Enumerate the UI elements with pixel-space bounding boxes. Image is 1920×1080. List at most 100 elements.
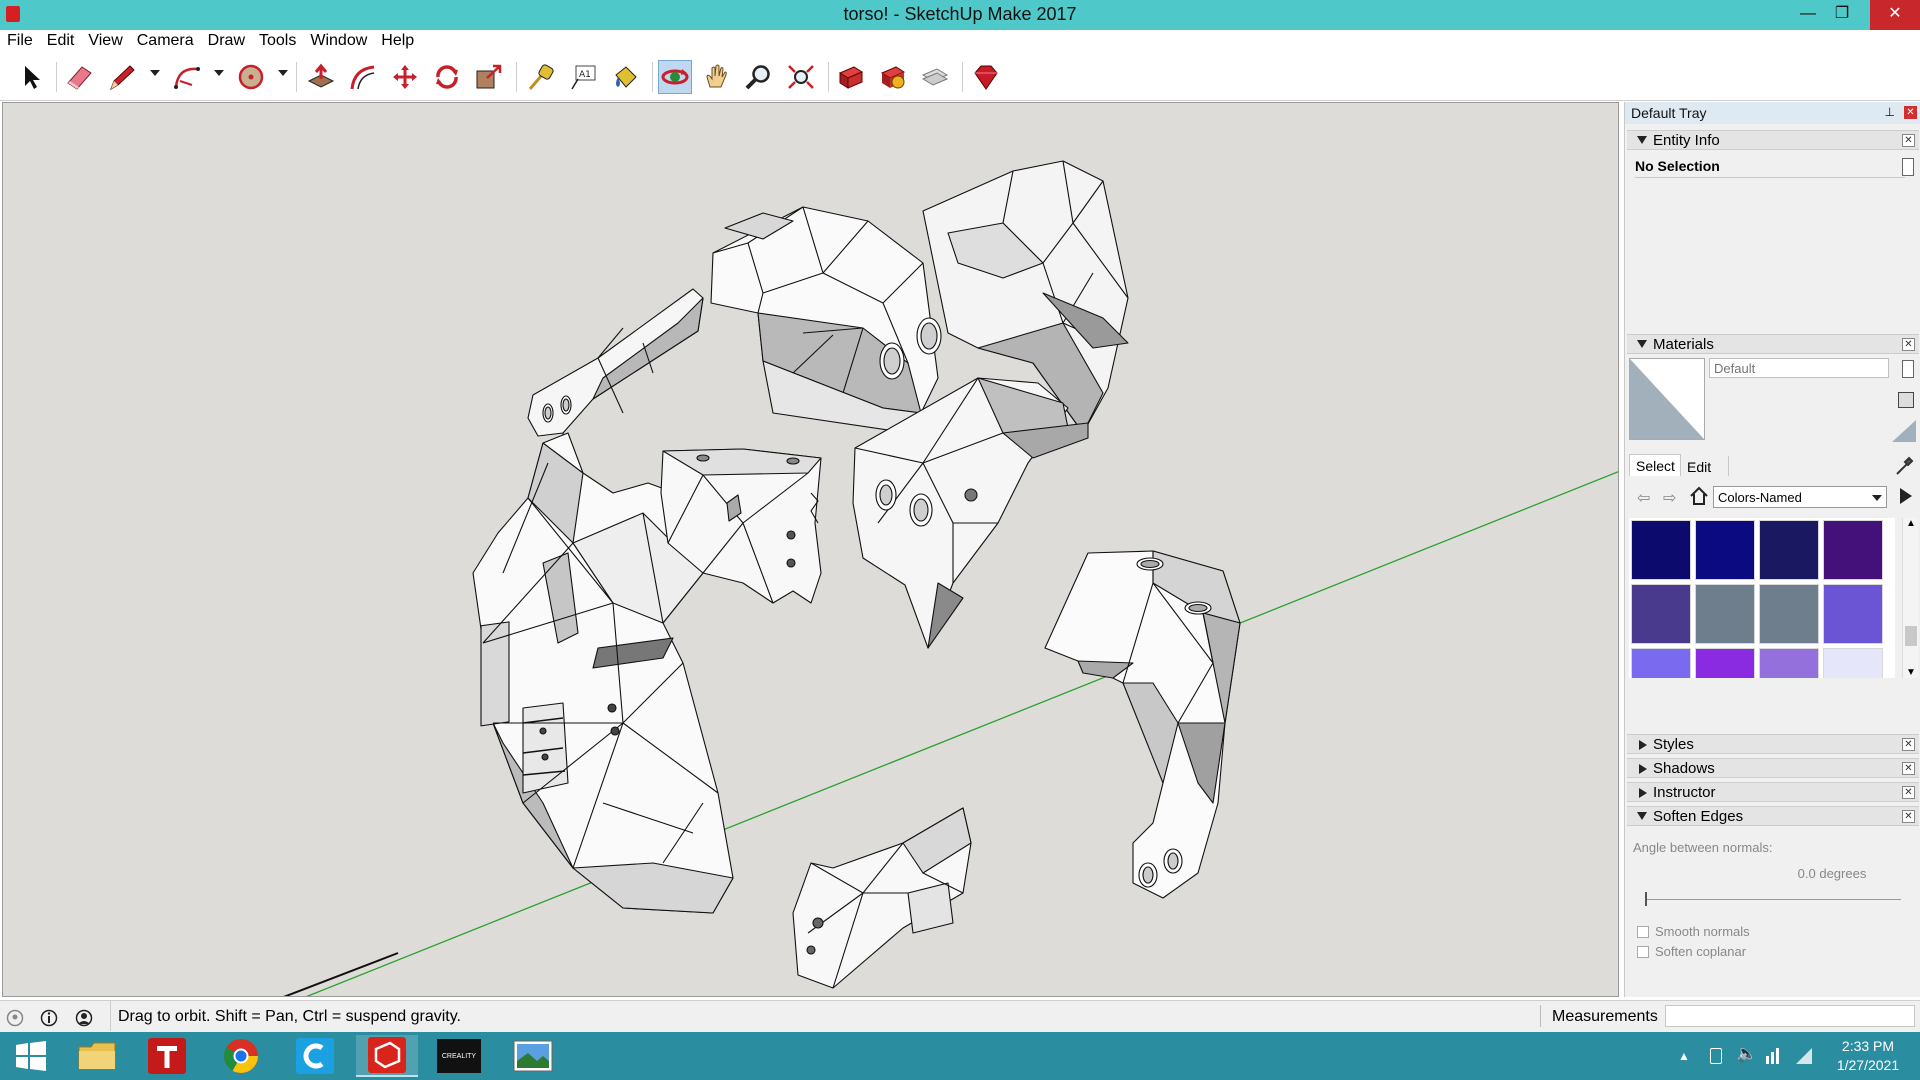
scroll-down-icon[interactable]: ▼ xyxy=(1906,667,1916,678)
eraser-tool[interactable] xyxy=(62,60,96,94)
material-swatch[interactable] xyxy=(1759,584,1819,644)
text-tool[interactable]: A1 xyxy=(566,60,600,94)
library-details-icon[interactable] xyxy=(1896,486,1916,506)
material-swatch[interactable] xyxy=(1823,520,1883,580)
material-swatch[interactable] xyxy=(1631,520,1691,580)
entity-info-close-icon[interactable]: ✕ xyxy=(1902,134,1915,147)
menu-view[interactable]: View xyxy=(81,30,129,50)
shapes-tool[interactable] xyxy=(234,60,268,94)
tray-close-icon[interactable]: ✕ xyxy=(1904,106,1917,119)
taskbar-c-app[interactable] xyxy=(284,1035,346,1077)
materials-close-icon[interactable]: ✕ xyxy=(1902,338,1915,351)
material-name-field[interactable] xyxy=(1709,358,1889,378)
3d-warehouse-tool[interactable] xyxy=(834,60,868,94)
paint-bucket-tool[interactable] xyxy=(608,60,642,94)
menu-file[interactable]: File xyxy=(0,30,40,50)
network-icon[interactable] xyxy=(1764,1046,1784,1064)
clock-date[interactable]: 1/27/2021 xyxy=(1820,1057,1916,1073)
taskbar-sketchup[interactable] xyxy=(356,1035,418,1077)
soften-edges-close-icon[interactable]: ✕ xyxy=(1902,810,1915,823)
material-swatch[interactable] xyxy=(1823,584,1883,644)
zoom-tool[interactable] xyxy=(742,60,776,94)
tab-select[interactable]: Select xyxy=(1629,454,1681,476)
menu-help[interactable]: Help xyxy=(374,30,421,50)
scroll-up-icon[interactable]: ▲ xyxy=(1906,518,1916,529)
extension-warehouse-tool[interactable] xyxy=(876,60,910,94)
smooth-normals-checkbox[interactable] xyxy=(1637,926,1649,938)
instructor-header[interactable]: Instructor ✕ xyxy=(1627,782,1919,802)
offset-tool[interactable] xyxy=(346,60,380,94)
back-arrow-icon[interactable]: ⇦ xyxy=(1637,488,1650,508)
styles-close-icon[interactable]: ✕ xyxy=(1902,738,1915,751)
material-swatch[interactable] xyxy=(1631,648,1691,678)
tape-measure-tool[interactable] xyxy=(524,60,558,94)
arc-tool[interactable] xyxy=(170,60,204,94)
entity-details-toggle-icon[interactable] xyxy=(1902,158,1914,176)
menu-camera[interactable]: Camera xyxy=(130,30,201,50)
angle-slider-track[interactable] xyxy=(1647,899,1901,900)
volume-icon[interactable]: 🔈 xyxy=(1736,1044,1757,1064)
measurements-input[interactable] xyxy=(1665,1005,1915,1027)
menu-edit[interactable]: Edit xyxy=(40,30,82,50)
material-swatch[interactable] xyxy=(1695,520,1755,580)
maximize-button[interactable]: ❐ xyxy=(1822,0,1862,30)
instructor-close-icon[interactable]: ✕ xyxy=(1902,786,1915,799)
material-swatch[interactable] xyxy=(1631,584,1691,644)
device-icon[interactable] xyxy=(1710,1048,1722,1064)
scale-tool[interactable] xyxy=(472,60,506,94)
shapes-dropdown-arrow[interactable] xyxy=(278,70,288,76)
menu-window[interactable]: Window xyxy=(303,30,374,50)
taskbar-photos[interactable] xyxy=(502,1035,564,1077)
eyedropper-icon[interactable] xyxy=(1894,456,1914,476)
home-icon[interactable] xyxy=(1689,486,1709,506)
close-button[interactable]: ✕ xyxy=(1870,0,1920,30)
credits-info-icon[interactable] xyxy=(40,1009,58,1027)
select-tool[interactable] xyxy=(14,60,48,94)
show-hidden-icons-icon[interactable]: ▲ xyxy=(1678,1049,1690,1063)
tab-edit[interactable]: Edit xyxy=(1681,456,1729,476)
line-tool[interactable] xyxy=(106,60,140,94)
angle-slider-thumb[interactable] xyxy=(1645,892,1647,906)
styles-header[interactable]: Styles ✕ xyxy=(1627,734,1919,754)
forward-arrow-icon[interactable]: ⇨ xyxy=(1663,488,1676,508)
material-details-toggle-icon[interactable] xyxy=(1902,360,1914,378)
start-button[interactable] xyxy=(0,1035,62,1077)
pin-icon[interactable]: ⊥ xyxy=(1885,105,1895,119)
menu-draw[interactable]: Draw xyxy=(201,30,252,50)
library-select[interactable]: Colors-Named xyxy=(1713,486,1887,508)
clock-time[interactable]: 2:33 PM xyxy=(1820,1038,1916,1054)
swatch-scrollbar[interactable]: ▲ ▼ xyxy=(1902,518,1918,678)
taskbar-file-explorer[interactable] xyxy=(66,1035,128,1077)
material-swatch[interactable] xyxy=(1823,648,1883,678)
shadows-header[interactable]: Shadows ✕ xyxy=(1627,758,1919,778)
create-material-icon[interactable] xyxy=(1898,392,1914,408)
entity-info-header[interactable]: Entity Info ✕ xyxy=(1627,130,1919,150)
push-pull-tool[interactable] xyxy=(304,60,338,94)
pan-tool[interactable] xyxy=(700,60,734,94)
soften-coplanar-checkbox[interactable] xyxy=(1637,946,1649,958)
materials-header[interactable]: Materials ✕ xyxy=(1627,334,1919,354)
taskbar-creality[interactable]: CREALITY xyxy=(428,1035,490,1077)
material-swatch[interactable] xyxy=(1695,648,1755,678)
move-tool[interactable] xyxy=(388,60,422,94)
arc-dropdown-arrow[interactable] xyxy=(214,70,224,76)
zoom-extents-tool[interactable] xyxy=(784,60,818,94)
3d-viewport[interactable] xyxy=(2,102,1619,997)
line-dropdown-arrow[interactable] xyxy=(150,70,160,76)
taskbar-chrome[interactable] xyxy=(210,1035,272,1077)
user-account-icon[interactable] xyxy=(75,1009,93,1027)
layout-tool[interactable] xyxy=(918,60,952,94)
material-swatch[interactable] xyxy=(1759,520,1819,580)
extension-manager-tool[interactable] xyxy=(968,60,1002,94)
geo-location-icon[interactable] xyxy=(6,1009,24,1027)
scroll-thumb[interactable] xyxy=(1905,626,1917,646)
taskbar-t-app[interactable] xyxy=(136,1035,198,1077)
rotate-tool[interactable] xyxy=(430,60,464,94)
orbit-tool[interactable] xyxy=(658,60,692,94)
soften-edges-header[interactable]: Soften Edges ✕ xyxy=(1627,806,1919,826)
shadows-close-icon[interactable]: ✕ xyxy=(1902,762,1915,775)
default-material-icon[interactable] xyxy=(1892,420,1916,442)
signal-icon[interactable] xyxy=(1794,1046,1814,1064)
material-swatch[interactable] xyxy=(1759,648,1819,678)
material-swatch[interactable] xyxy=(1695,584,1755,644)
